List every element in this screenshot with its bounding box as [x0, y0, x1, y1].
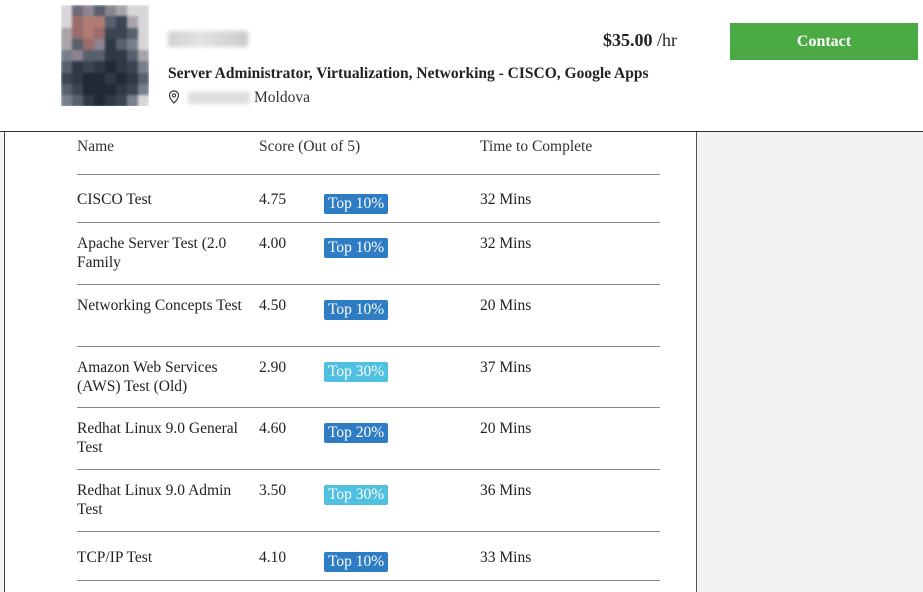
test-score: 2.90	[259, 359, 287, 376]
table-row: TCP/IP Test 4.10 Top 10% 33 Mins	[77, 532, 660, 581]
hourly-rate: $35.00 /hr	[603, 30, 677, 51]
test-duration: 36 Mins	[480, 482, 532, 499]
column-header-time: Time to Complete	[480, 138, 593, 155]
column-header-name: Name	[77, 138, 115, 155]
profile-title: Server Administrator, Virtualization, Ne…	[168, 65, 649, 82]
test-duration: 33 Mins	[480, 549, 532, 566]
test-score: 4.50	[259, 297, 287, 314]
test-name: Redhat Linux 9.0 Admin Test	[77, 482, 232, 518]
test-duration: 32 Mins	[480, 235, 532, 252]
percentile-badge: Top 10%	[324, 552, 389, 572]
percentile-badge: Top 30%	[324, 485, 389, 505]
location-country: Moldova	[254, 89, 310, 106]
test-duration: 32 Mins	[480, 191, 532, 208]
percentile-badge: Top 20%	[324, 423, 389, 443]
table-row: Networking Concepts Test 4.50 Top 10% 20 Mi…	[77, 285, 660, 347]
percentile-badge: Top 10%	[324, 238, 389, 258]
table-row: Apache Server Test (2.0 Family 4.00 Top 10…	[77, 223, 660, 285]
location-pin-icon	[168, 90, 182, 106]
table-row: Redhat Linux 9.0 General Test 4.60 Top 20%…	[77, 408, 660, 470]
rate-amount: $35.00	[603, 30, 653, 50]
test-name: CISCO Test	[77, 191, 152, 208]
test-score: 4.75	[259, 191, 287, 208]
contact-button[interactable]: Contact	[730, 23, 918, 60]
test-duration: 20 Mins	[480, 297, 532, 314]
test-name: Redhat Linux 9.0 General Test	[77, 420, 238, 456]
profile-name	[168, 31, 248, 47]
right-sidebar	[697, 132, 923, 592]
test-score: 4.60	[259, 420, 287, 437]
avatar-pixels	[61, 5, 149, 106]
test-duration: 20 Mins	[480, 420, 532, 437]
percentile-badge: Top 10%	[324, 300, 389, 320]
location-city-redacted	[188, 92, 250, 104]
test-duration: 37 Mins	[480, 359, 532, 376]
test-name: Networking Concepts Test	[77, 297, 242, 314]
avatar[interactable]	[61, 5, 149, 106]
table-row: Amazon Web Services (AWS) Test (Old) 2.90…	[77, 347, 660, 408]
test-name: Amazon Web Services (AWS) Test (Old)	[77, 359, 218, 395]
column-header-score: Score (Out of 5)	[259, 138, 361, 155]
test-results-panel: Name Score (Out of 5) Time to Complete C…	[23, 132, 697, 592]
profile-location: Moldova	[168, 88, 310, 108]
test-score: 3.50	[259, 482, 287, 499]
profile-header: $35.00 /hr Contact Server Administrator,…	[0, 0, 923, 132]
test-score: 4.10	[259, 549, 287, 566]
test-name: Apache Server Test (2.0 Family	[77, 235, 227, 271]
table-header: Name Score (Out of 5) Time to Complete	[77, 132, 660, 175]
table-row: CISCO Test 4.75 Top 10% 32 Mins	[77, 174, 660, 223]
left-gutter	[0, 132, 5, 592]
rate-unit: /hr	[657, 30, 677, 50]
test-name: TCP/IP Test	[77, 549, 153, 566]
percentile-badge: Top 30%	[324, 362, 389, 382]
table-row: Redhat Linux 9.0 Admin Test 3.50 Top 30% 36…	[77, 470, 660, 532]
test-score: 4.00	[259, 235, 287, 252]
percentile-badge: Top 10%	[324, 194, 389, 214]
